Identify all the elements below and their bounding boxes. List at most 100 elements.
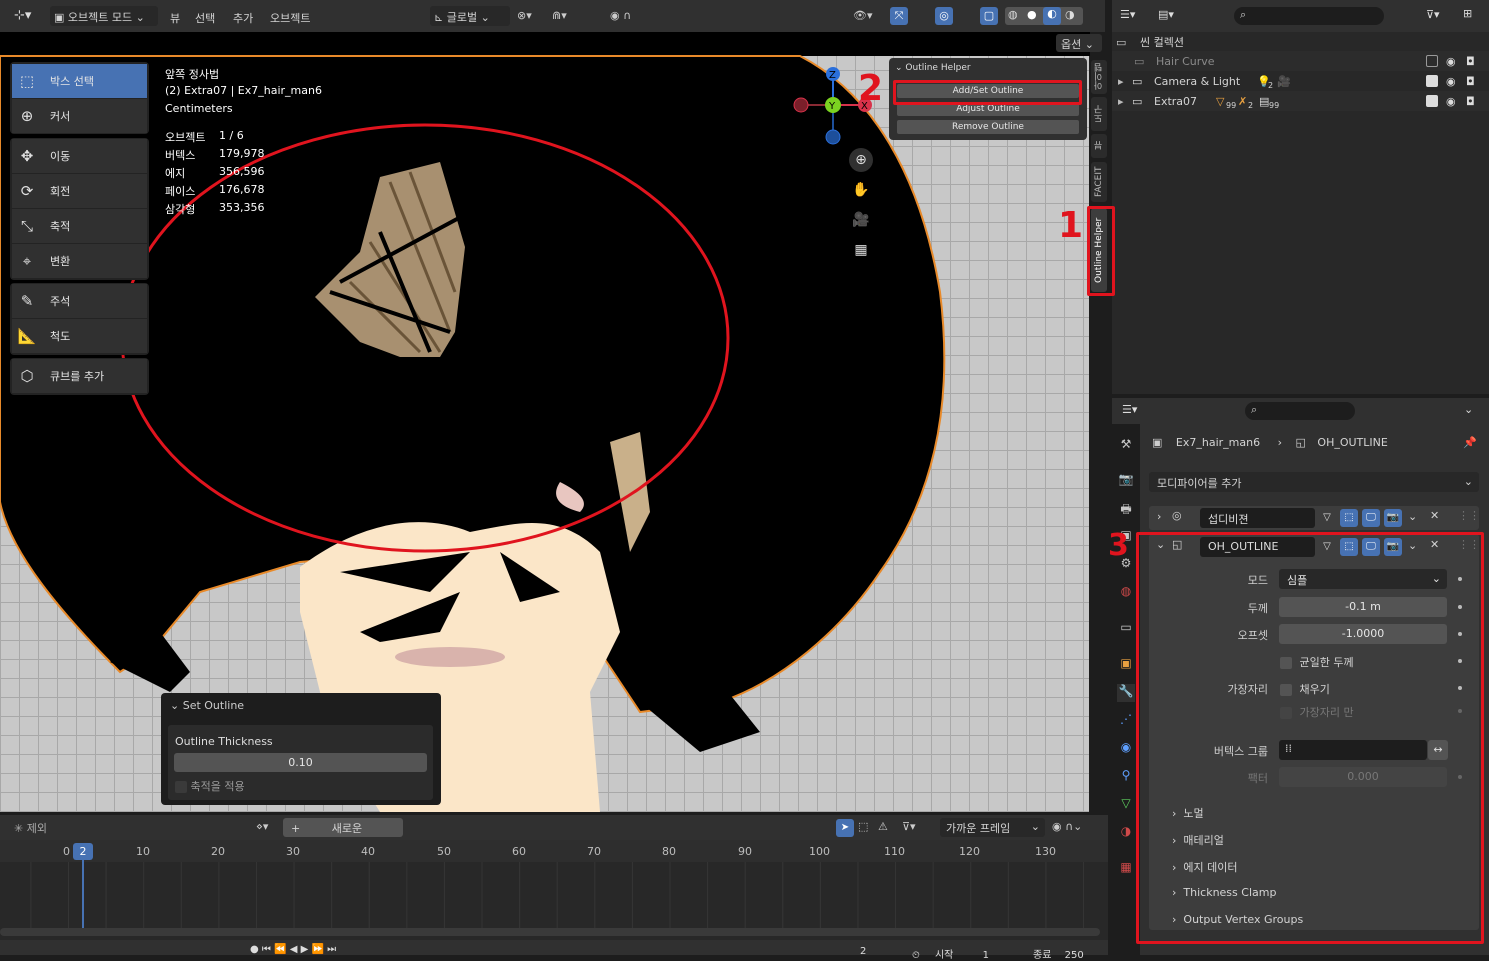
mode-dropdown[interactable]: ▣ 오브젝트 모드 ⌄	[50, 6, 158, 26]
properties-editor-icon[interactable]: ☰▾	[1122, 403, 1137, 416]
render-camera-icon[interactable]: ◘	[1466, 75, 1475, 88]
outliner-item-hair-curve[interactable]: ▭ Hair Curve ◉ ◘	[1114, 51, 1489, 71]
outline-thickness-field[interactable]: 0.10	[174, 753, 427, 772]
tool-annotate[interactable]: ✎ 주석	[12, 284, 147, 318]
tool-move[interactable]: ✥ 이동	[12, 139, 147, 173]
render-camera-icon[interactable]: ◘	[1466, 55, 1475, 68]
outliner-scene-collection[interactable]: ▭ 씬 컬렉션	[1114, 32, 1489, 52]
snap-icon[interactable]: ⋒▾	[552, 9, 567, 22]
data-tab-icon[interactable]: ▽	[1117, 796, 1135, 814]
apply-scale-checkbox[interactable]: 축적을 적용	[175, 778, 245, 794]
camera-view-icon[interactable]: 🎥	[849, 208, 873, 232]
eye-icon[interactable]: ◉	[1446, 95, 1456, 108]
overlay-toggle-icon[interactable]: ◎	[935, 7, 953, 25]
tab-view[interactable]: 뷰	[1091, 134, 1107, 158]
outline-helper-title[interactable]: ⌄ Outline Helper	[895, 63, 971, 73]
filter-icon[interactable]: ⊽▾	[1426, 8, 1440, 21]
object-tab-icon[interactable]: ▣	[1117, 656, 1135, 674]
outliner-editor-icon[interactable]: ☰▾	[1120, 8, 1135, 21]
remove-modifier-icon[interactable]: ✕	[1430, 509, 1439, 522]
exclude-checkbox[interactable]	[1426, 75, 1438, 87]
output-tab-icon[interactable]: 🖶	[1117, 500, 1135, 518]
remove-outline-button[interactable]: Remove Outline	[897, 120, 1079, 134]
start-frame-field[interactable]: ⏲ 시작 1	[912, 946, 989, 961]
expand-arrow-icon[interactable]: ▸	[1118, 75, 1132, 88]
checkbox-box[interactable]	[175, 781, 187, 793]
eye-icon[interactable]: ◉	[1446, 55, 1456, 68]
menu-add[interactable]: 추가	[233, 10, 253, 26]
exclude-button[interactable]: ✳ 제외	[14, 820, 47, 836]
properties-options-icon[interactable]: ⌄	[1464, 403, 1473, 416]
current-frame-indicator[interactable]: 2	[73, 843, 93, 860]
outliner-item-camera-light[interactable]: ▸ ▭ Camera & Light 💡 2 🎥 ◉ ◘	[1114, 71, 1489, 91]
tab-tool[interactable]: 도구	[1091, 97, 1107, 131]
proportional-icon[interactable]: ◉ ∩⌄	[1052, 820, 1082, 833]
xray-icon[interactable]: ▢	[980, 7, 998, 25]
timeline-scrollbar[interactable]	[0, 928, 1100, 936]
warning-icon[interactable]: ⚠	[878, 820, 888, 833]
particles-tab-icon[interactable]: ⋰	[1117, 712, 1135, 730]
options-dropdown[interactable]: 옵션 ⌄	[1056, 34, 1102, 52]
eye-icon[interactable]: ◉	[1446, 75, 1456, 88]
menu-view[interactable]: 뷰	[170, 10, 180, 26]
menu-select[interactable]: 선택	[195, 10, 215, 26]
texture-tab-icon[interactable]: ▦	[1117, 860, 1135, 878]
world-tab-icon[interactable]: ◍	[1117, 584, 1135, 602]
outliner-item-extra07[interactable]: ▸ ▭ Extra07 ▽ 99 ✗ 2 ▤ 99 ◉ ◘	[1114, 91, 1489, 111]
exclude-checkbox[interactable]	[1426, 55, 1438, 67]
rendered-shading-icon[interactable]: ◑	[1065, 8, 1075, 21]
pin-icon[interactable]: 📌	[1463, 436, 1477, 449]
box-select-icon[interactable]: ⬚	[858, 820, 868, 833]
ortho-grid-icon[interactable]: ▦	[849, 238, 873, 262]
tool-rotate[interactable]: ⟳ 회전	[12, 174, 147, 208]
select-tool-icon[interactable]: ➤	[836, 819, 854, 837]
editor-type-icon[interactable]: ⊹▾	[14, 8, 31, 23]
outliner-search-input[interactable]: ⌕	[1234, 7, 1384, 25]
editmode-toggle-icon[interactable]: ▽	[1318, 509, 1336, 527]
tool-cursor[interactable]: ⊕ 커서	[12, 99, 147, 133]
viewport-toggle-icon[interactable]: 🖵	[1362, 509, 1380, 527]
tab-item[interactable]: 아이템	[1091, 60, 1107, 94]
modifier-name-field[interactable]: 섭디비젼	[1200, 508, 1315, 528]
render-camera-icon[interactable]: ◘	[1466, 95, 1475, 108]
cage-toggle-icon[interactable]: ⬚	[1340, 509, 1358, 527]
keying-icon[interactable]: ⋄▾	[256, 820, 268, 833]
exclude-checkbox[interactable]	[1426, 95, 1438, 107]
new-action-button[interactable]: + 새로운	[283, 818, 403, 837]
zoom-icon[interactable]: ⊕	[849, 148, 873, 172]
tool-tab-icon[interactable]: ⚒	[1117, 437, 1135, 455]
material-tab-icon[interactable]: ◑	[1117, 824, 1135, 842]
new-collection-icon[interactable]: ⊞	[1463, 7, 1472, 20]
physics-tab-icon[interactable]: ◉	[1117, 740, 1135, 758]
menu-object[interactable]: 오브젝트	[270, 10, 310, 26]
drag-handle-icon[interactable]: ⋮⋮	[1458, 509, 1480, 522]
wireframe-shading-icon[interactable]: ◍	[1008, 8, 1018, 21]
add-modifier-dropdown[interactable]: 모디파이어를 추가 ⌄	[1149, 472, 1479, 492]
playback-controls[interactable]: ● ⏮ ⏪ ◀ ▶ ⏩ ⏭	[250, 944, 336, 955]
material-shading-icon[interactable]: ◐	[1043, 7, 1061, 25]
tool-scale[interactable]: ⤡ 축적	[12, 209, 147, 243]
snap-dropdown[interactable]: 가까운 프레임 ⌄	[940, 818, 1045, 837]
solid-shading-icon[interactable]: ●	[1027, 8, 1037, 21]
visibility-icon[interactable]: 👁▾	[853, 9, 873, 22]
render-tab-icon[interactable]: 📷	[1117, 472, 1135, 490]
properties-search-input[interactable]: ⌕	[1245, 402, 1355, 420]
tool-transform[interactable]: ⌖ 변환	[12, 244, 147, 278]
tab-faceit[interactable]: FACEIT	[1091, 162, 1107, 202]
set-outline-title[interactable]: ⌄ Set Outline	[170, 699, 244, 712]
shading-modes[interactable]: ◍ ● ◐ ◑	[1005, 7, 1083, 25]
collection-tab-icon[interactable]: ▭	[1117, 620, 1135, 638]
tool-box-select[interactable]: ⬚ 박스 선택	[12, 64, 147, 98]
proportional-edit-icon[interactable]: ◉ ∩	[610, 9, 631, 22]
gizmo-toggle-icon[interactable]: ⤧	[890, 7, 908, 25]
modifier-tab-icon[interactable]: 🔧	[1117, 684, 1135, 702]
expand-arrow-icon[interactable]: ›	[1157, 510, 1161, 523]
tool-add-cube[interactable]: ⬡ 큐브를 추가	[12, 359, 147, 393]
expand-arrow-icon[interactable]: ▸	[1118, 95, 1132, 108]
tool-measure[interactable]: 📐 척도	[12, 319, 147, 353]
transform-orientation-dropdown[interactable]: ⊾ 글로벌 ⌄	[430, 6, 510, 26]
pan-hand-icon[interactable]: ✋	[849, 178, 873, 202]
display-mode-icon[interactable]: ▤▾	[1158, 8, 1174, 21]
constraints-tab-icon[interactable]: ⚲	[1117, 768, 1135, 786]
render-toggle-icon[interactable]: 📷	[1384, 509, 1402, 527]
